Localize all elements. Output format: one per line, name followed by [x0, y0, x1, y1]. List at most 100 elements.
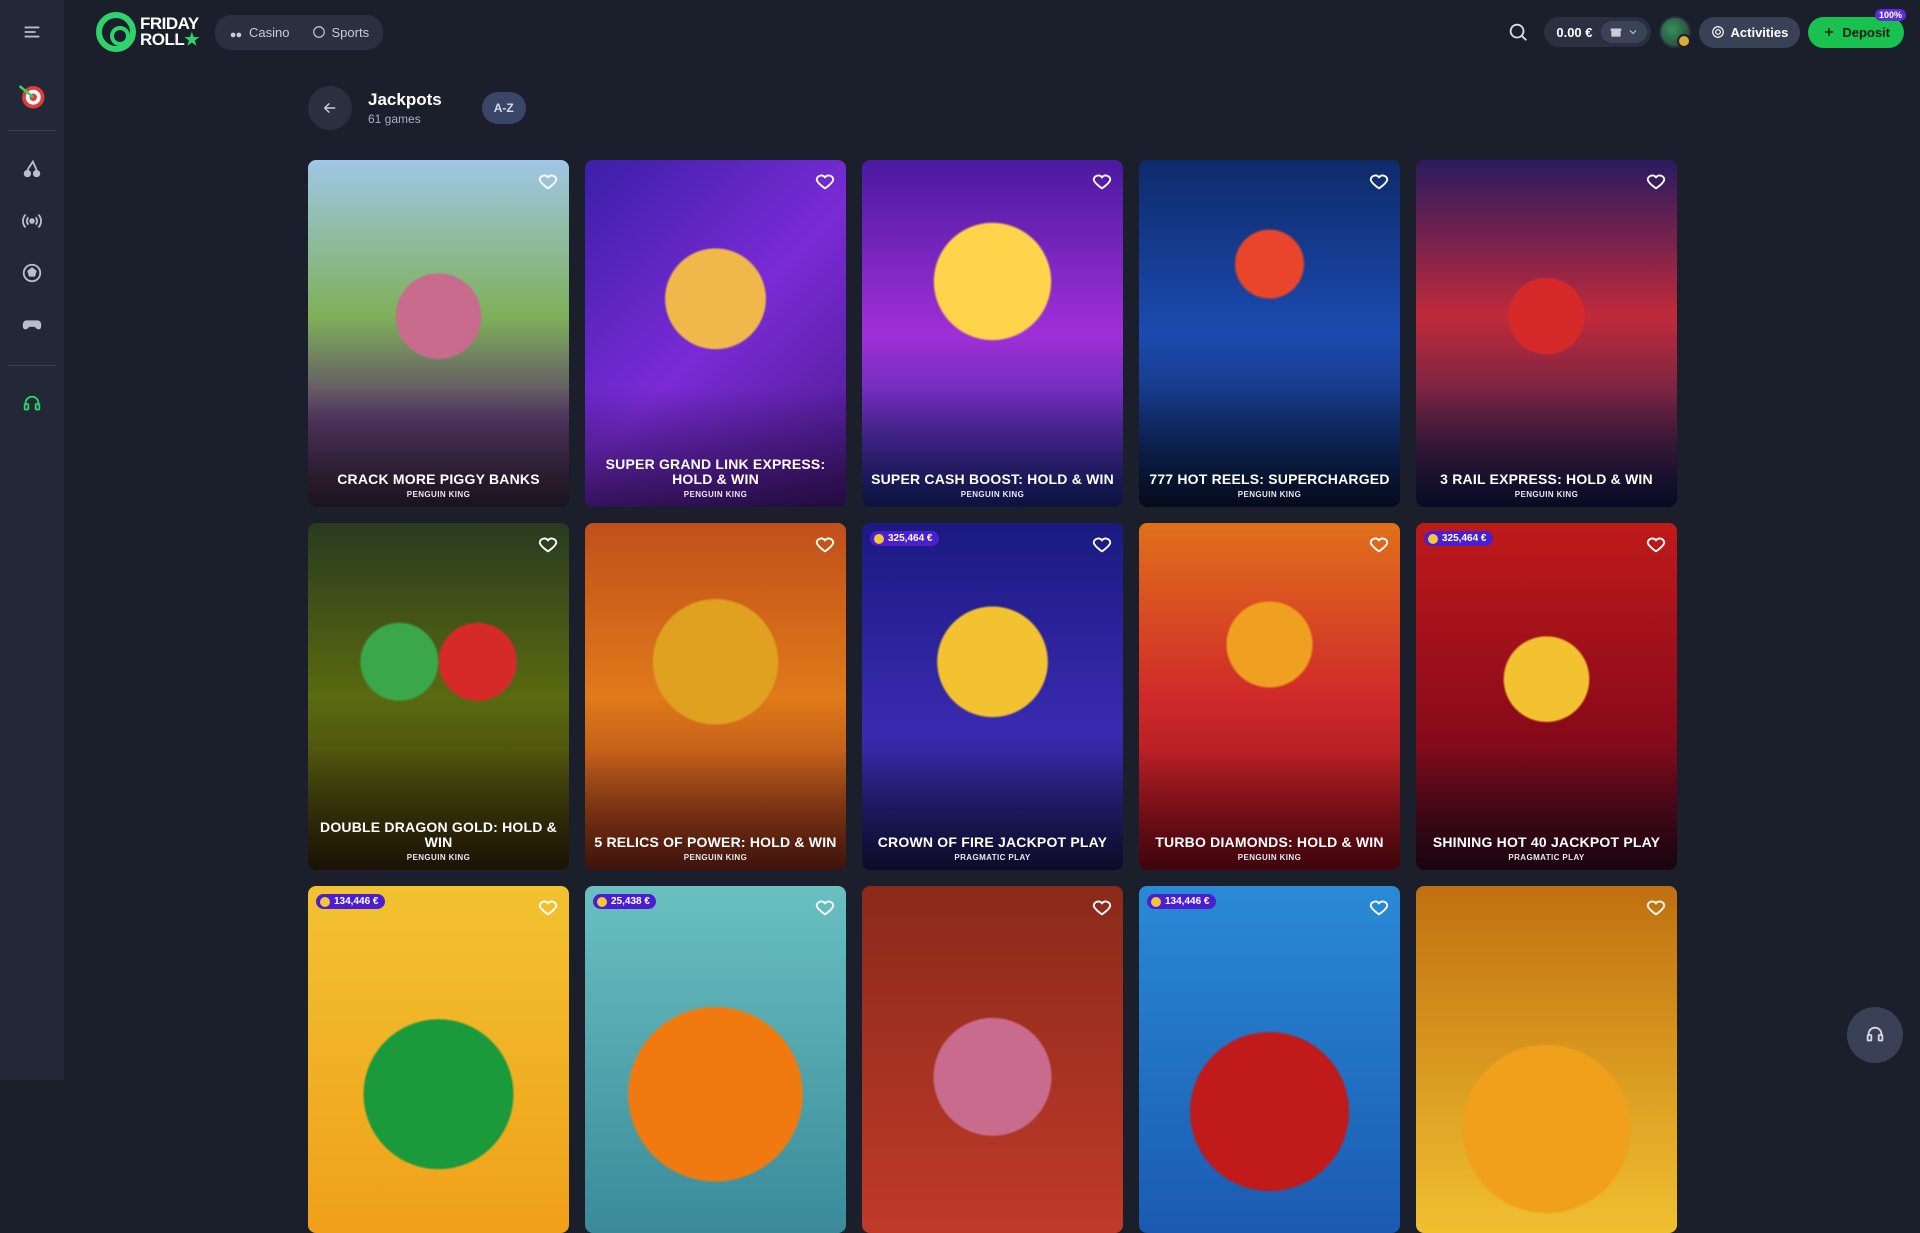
- game-title: 777 HOT REELS: SUPERCHARGED: [1147, 472, 1392, 487]
- plus-icon: [1822, 25, 1836, 39]
- game-info: SHINING HOT 40 JACKPOT PLAY PRAGMATIC PLA…: [1424, 835, 1669, 862]
- game-thumbnail: [1139, 886, 1400, 1233]
- jackpot-badge: 25,438 €: [593, 894, 656, 909]
- favorite-heart-icon[interactable]: [1091, 896, 1113, 918]
- game-provider: PRAGMATIC PLAY: [1424, 853, 1669, 862]
- favorite-heart-icon[interactable]: [814, 896, 836, 918]
- favorite-heart-icon[interactable]: [814, 170, 836, 192]
- gift-icon: [1609, 25, 1623, 39]
- game-card[interactable]: 325,464 € CROWN OF FIRE JACKPOT PLAYPRAGM…: [862, 523, 1123, 870]
- favorite-heart-icon[interactable]: [537, 896, 559, 918]
- favorite-heart-icon[interactable]: [1091, 533, 1113, 555]
- favorite-heart-icon[interactable]: [1368, 170, 1390, 192]
- game-provider: PENGUIN KING: [316, 853, 561, 862]
- favorite-heart-icon[interactable]: [1645, 170, 1667, 192]
- favorite-heart-icon[interactable]: [1645, 896, 1667, 918]
- game-title: SHINING HOT 40 JACKPOT PLAY: [1424, 835, 1669, 850]
- game-title: CROWN OF FIRE JACKPOT PLAY: [870, 835, 1115, 850]
- game-title: TURBO DIAMONDS: HOLD & WIN: [1147, 835, 1392, 850]
- menu-icon[interactable]: [12, 12, 52, 52]
- tab-sports[interactable]: Sports: [302, 19, 380, 46]
- game-provider: PENGUIN KING: [316, 490, 561, 499]
- coin-icon: [320, 897, 330, 907]
- game-card[interactable]: CRACK MORE PIGGY BANKS PENGUIN KING: [308, 160, 569, 507]
- page-header: Jackpots 61 games A-Z: [308, 86, 526, 130]
- favorite-heart-icon[interactable]: [1645, 533, 1667, 555]
- game-card[interactable]: 5 RELICS OF POWER: HOLD & WINPENGUIN KIN…: [585, 523, 846, 870]
- logo-mark-icon: [96, 12, 136, 52]
- game-info: CROWN OF FIRE JACKPOT PLAYPRAGMATIC PLAY: [870, 835, 1115, 862]
- coin-icon: [1428, 534, 1438, 544]
- game-card[interactable]: 134,446 €: [308, 886, 569, 1233]
- jackpot-badge: 325,464 €: [1424, 531, 1493, 546]
- cherries-icon[interactable]: [12, 149, 52, 189]
- coin-icon: [597, 897, 607, 907]
- support-agent-icon[interactable]: [12, 384, 52, 424]
- deposit-button[interactable]: 100% Deposit: [1808, 17, 1904, 48]
- jackpot-amount: 325,464 €: [888, 533, 933, 544]
- game-card[interactable]: 3 RAIL EXPRESS: HOLD & WIN PENGUIN KING: [1416, 160, 1677, 507]
- gamepad-icon[interactable]: [12, 305, 52, 345]
- favorite-heart-icon[interactable]: [537, 170, 559, 192]
- game-info: DOUBLE DRAGON GOLD: HOLD & WIN PENGUIN KI…: [316, 820, 561, 862]
- sort-az-button[interactable]: A-Z: [482, 92, 526, 124]
- jackpot-badge: 134,446 €: [316, 894, 385, 909]
- game-card[interactable]: 134,446 €: [1139, 886, 1400, 1233]
- favorite-heart-icon[interactable]: [1091, 170, 1113, 192]
- game-provider: PENGUIN KING: [593, 853, 838, 862]
- coin-icon: [874, 534, 884, 544]
- live-broadcast-icon[interactable]: [12, 201, 52, 241]
- activities-label: Activities: [1731, 25, 1789, 40]
- jackpot-badge: 134,446 €: [1147, 894, 1216, 909]
- favorite-heart-icon[interactable]: [537, 533, 559, 555]
- page-titles: Jackpots 61 games: [368, 90, 442, 126]
- game-card[interactable]: DOUBLE DRAGON GOLD: HOLD & WIN PENGUIN KI…: [308, 523, 569, 870]
- game-info: TURBO DIAMONDS: HOLD & WINPENGUIN KING: [1147, 835, 1392, 862]
- headset-icon: [1864, 1024, 1886, 1046]
- game-card[interactable]: 25,438 €: [585, 886, 846, 1233]
- brand-logo[interactable]: FRIDAY ROLL★: [96, 12, 199, 52]
- sidebar-divider: [8, 130, 56, 131]
- back-button[interactable]: [308, 86, 352, 130]
- balance-amount: 0.00 €: [1556, 25, 1592, 40]
- jackpot-amount: 325,464 €: [1442, 533, 1487, 544]
- game-info: SUPER CASH BOOST: HOLD & WINPENGUIN KING: [870, 472, 1115, 499]
- game-title: DOUBLE DRAGON GOLD: HOLD & WIN: [316, 820, 561, 850]
- game-card[interactable]: TURBO DIAMONDS: HOLD & WINPENGUIN KING: [1139, 523, 1400, 870]
- cherries-icon: [229, 25, 243, 39]
- game-card[interactable]: [862, 886, 1123, 1233]
- activities-button[interactable]: Activities: [1699, 17, 1801, 48]
- jackpot-badge: 325,464 €: [870, 531, 939, 546]
- target-icon: [1711, 25, 1725, 39]
- football-icon: [312, 25, 326, 39]
- football-icon[interactable]: [12, 253, 52, 293]
- game-title: SUPER GRAND LINK EXPRESS: HOLD & WIN: [593, 457, 838, 487]
- balance-widget[interactable]: 0.00 €: [1544, 17, 1650, 47]
- arrow-left-icon: [321, 99, 339, 117]
- search-icon[interactable]: [1500, 14, 1536, 50]
- sidebar-divider: [8, 365, 56, 366]
- favorite-heart-icon[interactable]: [1368, 896, 1390, 918]
- game-card[interactable]: 325,464 € SHINING HOT 40 JACKPOT PLAY PRAG…: [1416, 523, 1677, 870]
- target-promo-icon[interactable]: [10, 74, 54, 118]
- jackpot-amount: 134,446 €: [1165, 896, 1210, 907]
- game-title: CRACK MORE PIGGY BANKS: [316, 472, 561, 487]
- game-title: 3 RAIL EXPRESS: HOLD & WIN: [1424, 472, 1669, 487]
- favorite-heart-icon[interactable]: [814, 533, 836, 555]
- chevron-down-icon: [1627, 26, 1639, 38]
- support-chat-button[interactable]: [1847, 1007, 1903, 1063]
- game-card[interactable]: SUPER CASH BOOST: HOLD & WINPENGUIN KING: [862, 160, 1123, 507]
- sidebar: [0, 0, 64, 1080]
- avatar[interactable]: [1659, 16, 1691, 48]
- favorite-heart-icon[interactable]: [1368, 533, 1390, 555]
- game-card[interactable]: [1416, 886, 1677, 1233]
- tab-casino[interactable]: Casino: [219, 19, 299, 46]
- bonus-dropdown[interactable]: [1601, 21, 1647, 43]
- game-provider: PENGUIN KING: [1424, 490, 1669, 499]
- game-thumbnail: [308, 886, 569, 1233]
- game-info: 3 RAIL EXPRESS: HOLD & WIN PENGUIN KING: [1424, 472, 1669, 499]
- game-card[interactable]: 777 HOT REELS: SUPERCHARGEDPENGUIN KING: [1139, 160, 1400, 507]
- game-provider: PENGUIN KING: [593, 490, 838, 499]
- game-card[interactable]: SUPER GRAND LINK EXPRESS: HOLD & WIN PENG…: [585, 160, 846, 507]
- tab-casino-label: Casino: [249, 25, 289, 40]
